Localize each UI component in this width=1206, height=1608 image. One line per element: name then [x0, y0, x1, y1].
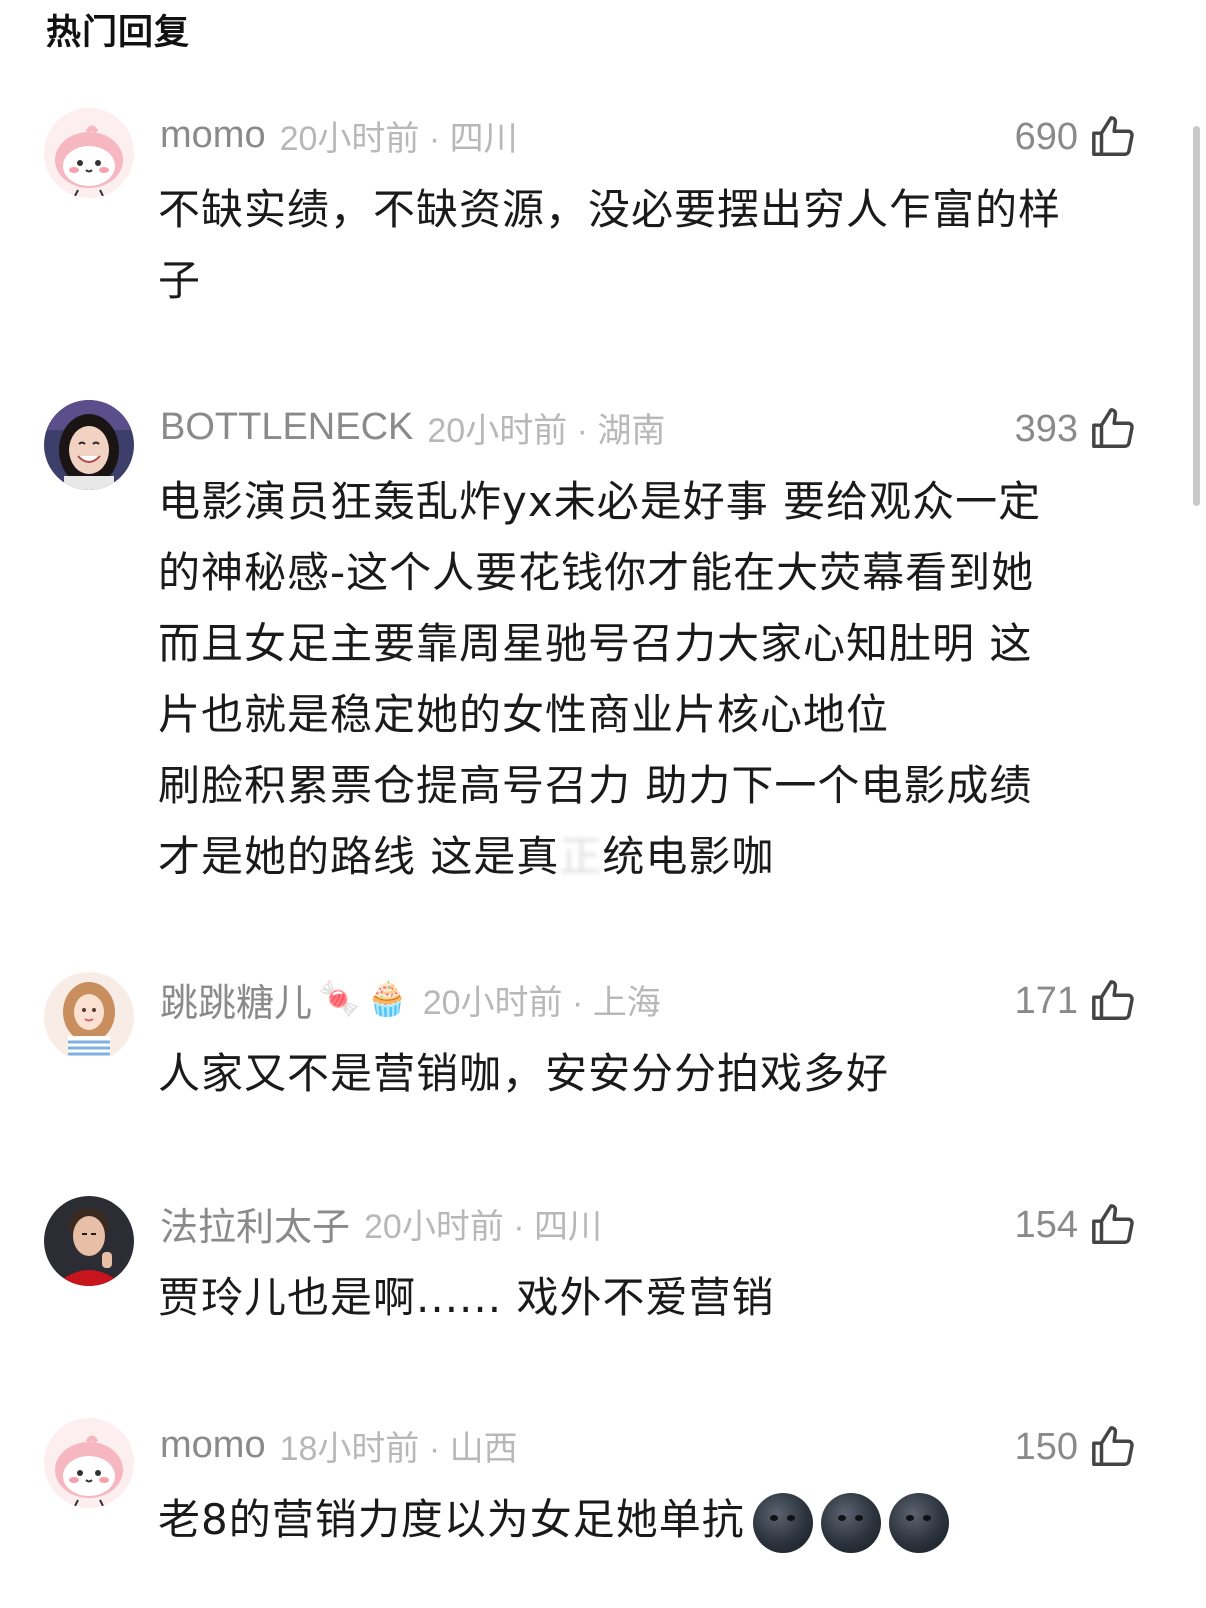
pink-blob-avatar-icon [44, 1418, 134, 1508]
thumbs-up-icon [1090, 406, 1136, 452]
new-moon-face-emoji-icon [820, 1492, 881, 1553]
like-button[interactable]: 171 [1015, 976, 1136, 1026]
comment-line: 刷脸积累票仓提高号召力 助力下一个电影成绩 [158, 761, 1033, 810]
time-location: 20小时前 · 湖南 [427, 411, 666, 450]
comment-line: 人家又不是营销咖，安安分分拍戏多好 [158, 1049, 890, 1098]
time-location: 18小时前 · 山西 [279, 1429, 518, 1468]
like-button[interactable]: 154 [1015, 1200, 1136, 1250]
comment-item: BOTTLENECK 20小时前 · 湖南 393 电影演员狂轰乱炸yx未必是好… [0, 400, 1206, 900]
like-count: 150 [1014, 1425, 1078, 1468]
comment-line: 的神秘感-这个人要花钱你才能在大荧幕看到她 [158, 548, 1035, 597]
thumbs-up-icon [1090, 978, 1136, 1024]
comment-text: 贾玲儿也是啊...... 戏外不爱营销 [158, 1262, 1138, 1333]
section-title: 热门回复 [46, 13, 191, 53]
blurred-text: 正 [559, 832, 603, 881]
comment-line: 才是她的路线 这是真正统电影咖 [158, 821, 1138, 892]
comment-meta: 跳跳糖儿 🍬 🧁 20小时前 · 上海 [160, 972, 661, 1027]
username[interactable]: 跳跳糖儿 [160, 972, 312, 1027]
comment-item: 法拉利太子 20小时前 · 四川 154 贾玲儿也是啊...... 戏外不爱营销 [0, 1196, 1206, 1356]
avatar[interactable] [44, 1196, 134, 1286]
comment-item: momo 20小时前 · 四川 690 不缺实绩，不缺资源，没必要摆出穷人乍富的… [0, 108, 1206, 328]
username[interactable]: BOTTLENECK [160, 406, 413, 449]
comment-item: 跳跳糖儿 🍬 🧁 20小时前 · 上海 171 人家又不是营销咖，安安分分拍戏多… [0, 972, 1206, 1132]
like-count: 690 [1014, 115, 1078, 158]
like-button[interactable]: 690 [1015, 112, 1136, 162]
comment-meta: 法拉利太子 20小时前 · 四川 [160, 1196, 603, 1251]
like-button[interactable]: 393 [1015, 404, 1136, 454]
avatar[interactable] [44, 108, 134, 198]
comment-line-part: 老8的营销力度以为女足她单抗 [158, 1495, 745, 1544]
thumbs-up-icon [1090, 1424, 1136, 1470]
comment-meta: BOTTLENECK 20小时前 · 湖南 [160, 402, 665, 452]
comment-text: 电影演员狂轰乱炸yx未必是好事 要给观众一定 的神秘感-这个人要花钱你才能在大荧… [158, 466, 1138, 892]
comment-text: 老8的营销力度以为女足她单抗 [158, 1484, 1138, 1555]
new-moon-face-emoji-icon [888, 1492, 949, 1553]
comment-text: 人家又不是营销咖，安安分分拍戏多好 [158, 1038, 1138, 1109]
like-button[interactable]: 150 [1015, 1422, 1136, 1472]
comment-line-part: 才是她的路线 这是真 [158, 832, 560, 881]
username[interactable]: momo [160, 114, 266, 157]
like-count: 171 [1014, 979, 1078, 1022]
avatar[interactable] [44, 400, 134, 490]
comment-meta: momo 18小时前 · 山西 [160, 1420, 518, 1470]
comment-item: momo 18小时前 · 山西 150 老8的营销力度以为女足她单抗 [0, 1418, 1206, 1598]
comment-line: 子 [158, 256, 202, 305]
time-location: 20小时前 · 上海 [422, 983, 661, 1022]
smiling-girl-photo-avatar-icon [44, 400, 134, 490]
comment-line: 片也就是稳定她的女性商业片核心地位 [158, 690, 890, 739]
comment-line-part: 统电影咖 [602, 832, 775, 881]
comment-line: 老8的营销力度以为女足她单抗 [158, 1484, 1138, 1555]
like-count: 154 [1014, 1203, 1078, 1246]
comment-line: 电影演员狂轰乱炸yx未必是好事 要给观众一定 [158, 477, 1042, 526]
thumbs-up-icon [1090, 114, 1136, 160]
man-in-red-photo-avatar-icon [44, 1196, 134, 1286]
comment-line: 不缺实绩，不缺资源，没必要摆出穷人乍富的样 [158, 185, 1062, 234]
avatar[interactable] [44, 972, 134, 1062]
new-moon-face-emoji-icon [752, 1492, 813, 1553]
cupcake-badge-icon: 🧁 [366, 979, 409, 1019]
illustrated-girl-avatar-icon [44, 972, 134, 1062]
like-count: 393 [1014, 407, 1078, 450]
thumbs-up-icon [1090, 1202, 1136, 1248]
username[interactable]: 法拉利太子 [160, 1196, 350, 1251]
comment-line: 而且女足主要靠周星驰号召力大家心知肚明 这 [158, 619, 1033, 668]
time-location: 20小时前 · 四川 [364, 1207, 603, 1246]
comment-text: 不缺实绩，不缺资源，没必要摆出穷人乍富的样 子 [158, 174, 1138, 316]
username[interactable]: momo [160, 1424, 266, 1467]
avatar[interactable] [44, 1418, 134, 1508]
comment-meta: momo 20小时前 · 四川 [160, 110, 518, 160]
candy-badge-icon: 🍬 [318, 979, 361, 1019]
comment-line: 贾玲儿也是啊...... 戏外不爱营销 [158, 1273, 775, 1322]
time-location: 20小时前 · 四川 [279, 119, 518, 158]
pink-blob-avatar-icon [44, 108, 134, 198]
